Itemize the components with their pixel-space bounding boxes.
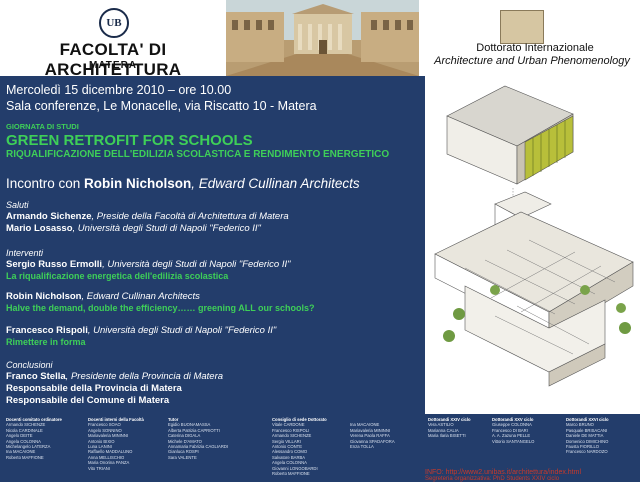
- interventi-label: Interventi: [6, 248, 44, 258]
- conclusion-role: , Presidente della Provincia di Matera: [65, 371, 224, 382]
- saluti-row: Armando Sichenze, Preside della Facoltà …: [6, 211, 289, 222]
- speaker-role: , Università degli Studi di Napoli "Fede…: [102, 259, 291, 270]
- footer-column: Dottorandi XXV ciclo Giuseppe COLONNA Fr…: [492, 417, 534, 444]
- footer-name: Vittorio SANTANGELO: [492, 438, 535, 444]
- speaker-role: , Università degli Studi di Napoli "Fede…: [87, 325, 277, 336]
- meeting-firm: , Edward Cullinan Architects: [191, 176, 360, 191]
- footer-name: Enza TOLLA: [350, 444, 374, 450]
- footer-name: Daniele DE MATTIA: [566, 433, 604, 439]
- info-link[interactable]: INFO: http://www2.unibas.it/architettura…: [425, 469, 581, 476]
- footer-name: Roberto MAFFIONE: [272, 471, 310, 477]
- footer-column: Dottorandi XXVI ciclo Marco BRUNO Pasqua…: [566, 417, 609, 455]
- footer-column: Ina MACAIONE Mariavaleria MININNI Verena…: [350, 417, 395, 449]
- footer-name: Vito TRIANI: [88, 465, 110, 471]
- saluti-name: Armando Sichenze: [6, 211, 92, 222]
- saluti-label: Saluti: [6, 200, 29, 210]
- speaker-topic: Halve the demand, double the efficiency……: [6, 303, 315, 313]
- saluti-row: Mario Losasso, Università degli Studi di…: [6, 223, 261, 234]
- university-seal-icon: UB: [99, 8, 129, 38]
- footer-name: Francesco NARDOZO: [566, 449, 608, 455]
- event-kicker: GIORNATA DI STUDI: [6, 122, 79, 131]
- footer-name: A. A. Zazuna PELLE: [492, 433, 531, 439]
- footer-column: Tutor Egidio BUONAMASSA Alberta Patrizia…: [168, 417, 228, 460]
- seal-text: UB: [106, 17, 122, 29]
- meeting-line: Incontro con Robin Nicholson, Edward Cul…: [6, 176, 360, 191]
- event-venue: Sala conferenze, Le Monacelle, via Risca…: [6, 99, 317, 113]
- faculty-city: MATERA: [88, 60, 138, 71]
- conclusion-row: Responsabile del Comune di Matera: [6, 395, 170, 406]
- conclusion-row: Responsabile della Provincia di Matera: [6, 383, 182, 394]
- event-panel: Mercoledì 15 dicembre 2010 – ore 10.00 S…: [0, 76, 425, 414]
- event-subtitle: RIQUALIFICAZIONE DELL'EDILIZIA SCOLASTIC…: [6, 149, 390, 160]
- footer-column: Consiglio di sede Dottorato Vitale CARDO…: [272, 417, 327, 476]
- event-title: GREEN RETROFIT FOR SCHOOLS: [6, 132, 253, 149]
- conclusioni-label: Conclusioni: [6, 360, 53, 370]
- doctorate-subtitle: Architecture and Urban Phenomenology: [434, 55, 630, 67]
- footer-name: Sara VALENTE: [168, 454, 197, 460]
- saluti-role: , Università degli Studi di Napoli "Fede…: [72, 223, 261, 234]
- speaker-name: Sergio Russo Ermolli: [6, 259, 103, 270]
- school-axonometric-drawing: [425, 76, 640, 414]
- relief-image: [500, 10, 544, 44]
- footer-name: Verena Paola RAFFA: [350, 433, 390, 439]
- conclusion-name: Franco Stella: [6, 371, 66, 382]
- speaker-row: Sergio Russo Ermolli, Università degli S…: [6, 259, 290, 270]
- speaker-topic: La riqualificazione energetica dell'edil…: [6, 271, 229, 281]
- footer-column: Docenti interni della Facoltà Francesco …: [88, 417, 144, 471]
- footer-column: Docenti comitato ordinatore Armando SICH…: [6, 417, 62, 460]
- saluti-name: Mario Losasso: [6, 223, 73, 234]
- footer-name: Maria Ilaria BISETTI: [428, 433, 466, 439]
- conclusion-row: Franco Stella, Presidente della Provinci…: [6, 371, 223, 382]
- speaker-row: Francesco Rispoli, Università degli Stud…: [6, 325, 276, 336]
- speaker-topic: Rimettere in forma: [6, 337, 86, 347]
- event-date: Mercoledì 15 dicembre 2010 – ore 10.00: [6, 83, 232, 97]
- doctorate-title: Dottorato Internazionale: [476, 42, 594, 54]
- meeting-prefix: Incontro con: [6, 176, 85, 191]
- speaker-name: Robin Nicholson: [6, 291, 82, 302]
- speaker-name: Francesco Rispoli: [6, 325, 88, 336]
- footer-column: Dottorandi XXIV ciclo Vera ASTILIO Maria…: [428, 417, 471, 439]
- speaker-role: , Edward Cullinan Architects: [81, 291, 200, 302]
- secretariat-line: Segreteria organizzativa: PhD Students X…: [425, 476, 560, 482]
- footer-name: Roberto MAFFIONE: [6, 454, 44, 460]
- meeting-name: Robin Nicholson: [84, 176, 192, 191]
- ideal-city-painting: [226, 0, 419, 76]
- saluti-role: , Preside della Facoltà di Architettura …: [91, 211, 289, 222]
- speaker-row: Robin Nicholson, Edward Cullinan Archite…: [6, 291, 200, 302]
